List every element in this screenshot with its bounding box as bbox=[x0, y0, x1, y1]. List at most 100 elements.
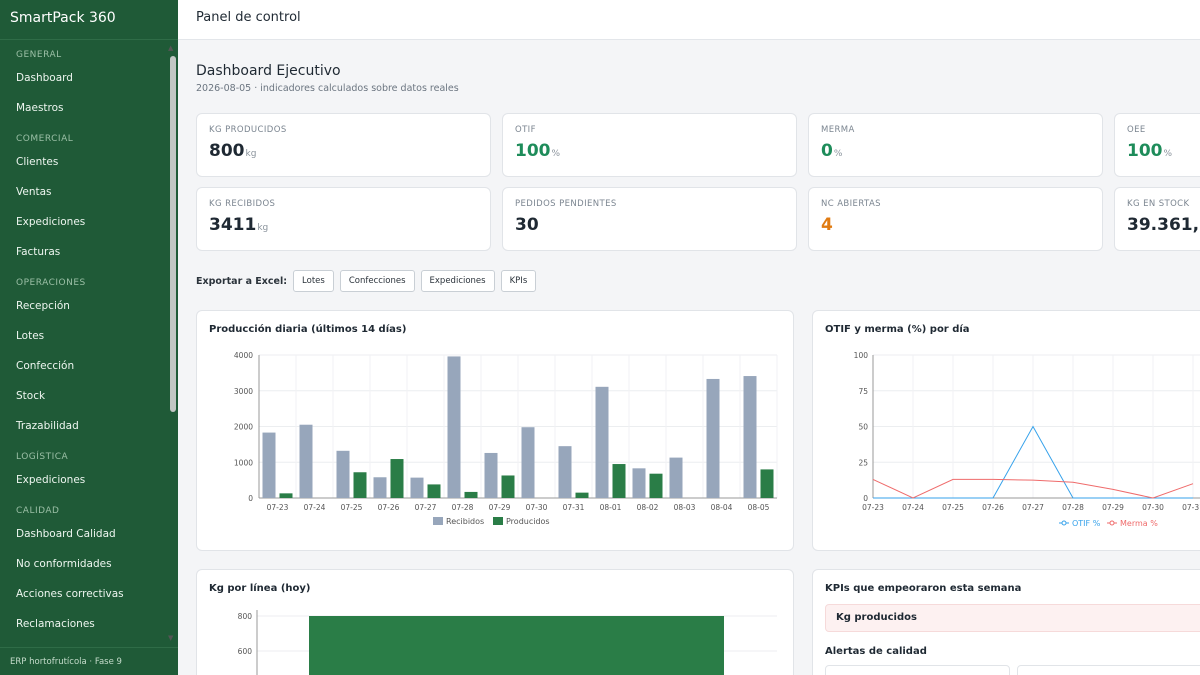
sidebar-item[interactable]: Expediciones bbox=[0, 474, 101, 486]
kpi-value-row: 100% bbox=[515, 141, 784, 161]
x-tick-label: 07-31 bbox=[563, 503, 585, 512]
y-tick-label: 800 bbox=[238, 612, 253, 621]
x-tick-label: 07-29 bbox=[1102, 503, 1124, 512]
y-tick-label: 1000 bbox=[234, 458, 253, 467]
bar-producidos bbox=[575, 492, 589, 498]
kpi-value-row: 3411kg bbox=[209, 215, 478, 235]
kpi-value-row: 0% bbox=[821, 141, 1090, 161]
main-content: Dashboard Ejecutivo 2026-08-05 · indicad… bbox=[178, 41, 1200, 675]
y-tick-label: 50 bbox=[858, 423, 868, 432]
sidebar-section-general: GENERAL bbox=[16, 50, 62, 60]
dashboard-title: Dashboard Ejecutivo bbox=[196, 63, 341, 79]
topbar: Panel de control bbox=[178, 0, 1200, 40]
alert-card bbox=[825, 665, 1010, 675]
x-tick-label: 07-23 bbox=[267, 503, 289, 512]
bar-producidos bbox=[649, 473, 663, 498]
line-chart: 600 800 bbox=[238, 610, 777, 675]
kpi-week-card: KPIs que empeoraron esta semana Kg produ… bbox=[812, 569, 1200, 675]
export-expediciones-button[interactable]: Expediciones bbox=[420, 270, 495, 292]
brand-logo: SmartPack 360 bbox=[0, 0, 178, 40]
kpi-card: KG RECIBIDOS 3411kg bbox=[196, 187, 491, 251]
bar-producidos bbox=[427, 484, 441, 498]
sidebar-section-logística: LOGÍSTICA bbox=[16, 452, 69, 462]
x-tick-label: 07-26 bbox=[982, 503, 1004, 512]
kpi-unit: % bbox=[1163, 149, 1173, 159]
bar-producidos bbox=[612, 464, 626, 498]
sidebar-item[interactable]: Trazabilidad bbox=[0, 420, 95, 432]
bar-recibidos bbox=[484, 452, 498, 498]
x-tick-label: 08-05 bbox=[748, 503, 770, 512]
kpi-value-row: 100% bbox=[1127, 141, 1200, 161]
y-tick-label: 75 bbox=[858, 387, 868, 396]
bar-recibidos bbox=[447, 356, 461, 498]
sidebar-item[interactable]: Confección bbox=[0, 360, 90, 372]
sidebar-item[interactable]: Facturas bbox=[0, 246, 76, 258]
scroll-down-icon[interactable]: ▼ bbox=[168, 634, 173, 642]
kpi-label: MERMA bbox=[821, 125, 855, 135]
kpi-unit: % bbox=[833, 149, 843, 159]
x-tick-label: 07-31 bbox=[1182, 503, 1200, 512]
bar-producidos bbox=[353, 472, 367, 498]
kpi-label: PEDIDOS PENDIENTES bbox=[515, 199, 617, 209]
x-tick-label: 07-24 bbox=[902, 503, 924, 512]
sidebar-footer: ERP hortofrutícola · Fase 9 bbox=[0, 647, 178, 675]
kpi-label: OEE bbox=[1127, 125, 1146, 135]
bar-recibidos bbox=[521, 427, 535, 498]
export-confecciones-button[interactable]: Confecciones bbox=[339, 270, 415, 292]
kpi-value: 100 bbox=[1127, 141, 1163, 161]
sidebar-item[interactable]: Dashboard Calidad bbox=[0, 528, 132, 540]
y-tick-label: 0 bbox=[248, 494, 253, 503]
sidebar-item[interactable]: Stock bbox=[0, 390, 61, 402]
sidebar-scrollbar[interactable]: ▲ ▼ bbox=[168, 44, 176, 644]
bar-recibidos bbox=[373, 477, 387, 498]
x-tick-label: 07-27 bbox=[1022, 503, 1044, 512]
export-lotes-button[interactable]: Lotes bbox=[293, 270, 334, 292]
kpi-value: 39.361,3 bbox=[1127, 215, 1200, 235]
sidebar-section-comercial: COMERCIAL bbox=[16, 134, 74, 144]
x-tick-label: 07-27 bbox=[415, 503, 437, 512]
kpi-card: OTIF 100% bbox=[502, 113, 797, 177]
scroll-up-icon[interactable]: ▲ bbox=[168, 44, 173, 52]
sidebar-item[interactable]: Clientes bbox=[0, 156, 74, 168]
page-title: Panel de control bbox=[196, 10, 301, 25]
kpi-card: PEDIDOS PENDIENTES 30 bbox=[502, 187, 797, 251]
sidebar-item[interactable]: Maestros bbox=[0, 102, 80, 114]
bar-producidos bbox=[279, 493, 293, 498]
y-tick-label: 2000 bbox=[234, 423, 253, 432]
legend-swatch bbox=[493, 517, 503, 525]
x-tick-label: 07-26 bbox=[378, 503, 400, 512]
kpi-value: 0 bbox=[821, 141, 833, 161]
x-tick-label: 07-30 bbox=[526, 503, 548, 512]
y-tick-label: 4000 bbox=[234, 351, 253, 360]
sidebar-item[interactable]: No conformidades bbox=[0, 558, 128, 570]
x-tick-label: 07-23 bbox=[862, 503, 884, 512]
sidebar-item[interactable]: Dashboard bbox=[0, 72, 89, 84]
kpi-value-row: 4 bbox=[821, 215, 1090, 235]
sidebar-section-operaciones: OPERACIONES bbox=[16, 278, 86, 288]
sidebar-item[interactable]: Acciones correctivas bbox=[0, 588, 140, 600]
x-tick-label: 07-25 bbox=[341, 503, 363, 512]
sidebar-item[interactable]: Ventas bbox=[0, 186, 68, 198]
kpi-label: KG RECIBIDOS bbox=[209, 199, 276, 209]
kpi-value-row: 800kg bbox=[209, 141, 478, 161]
x-tick-label: 07-28 bbox=[452, 503, 474, 512]
kpi-value-row: 30 bbox=[515, 215, 784, 235]
bar-producidos bbox=[464, 491, 478, 498]
legend-label: Recibidos bbox=[446, 517, 484, 526]
sidebar-item[interactable]: Reclamaciones bbox=[0, 618, 111, 630]
sidebar-item[interactable]: Recepción bbox=[0, 300, 86, 312]
export-kpis-button[interactable]: KPIs bbox=[500, 270, 537, 292]
bar-producidos bbox=[501, 475, 515, 498]
kpi-label: KG PRODUCIDOS bbox=[209, 125, 287, 135]
kpi-label: OTIF bbox=[515, 125, 536, 135]
sidebar-item[interactable]: Lotes bbox=[0, 330, 60, 342]
kpi-card: NC ABIERTAS 4 bbox=[808, 187, 1103, 251]
sidebar-item[interactable]: Expediciones bbox=[0, 216, 101, 228]
y-tick-label: 100 bbox=[854, 351, 869, 360]
bar-recibidos bbox=[299, 424, 313, 498]
scroll-thumb[interactable] bbox=[170, 56, 176, 412]
x-tick-label: 08-01 bbox=[600, 503, 622, 512]
legend-marker bbox=[1061, 520, 1067, 526]
kpi-value: 3411 bbox=[209, 215, 257, 235]
alerts-title: Alertas de calidad bbox=[825, 646, 927, 657]
